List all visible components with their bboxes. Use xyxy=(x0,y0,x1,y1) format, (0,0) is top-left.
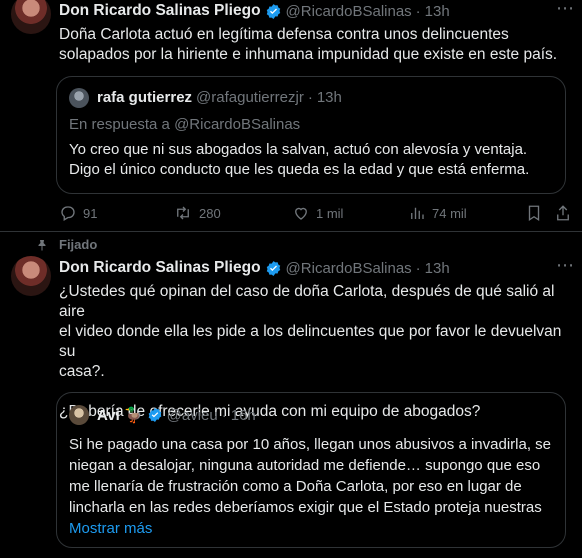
quoted-tweet-header: Avi 🦆 @avieu · 16h xyxy=(97,406,256,425)
timestamp[interactable]: 13h xyxy=(425,3,450,20)
tweet-header: Don Ricardo Salinas Pliego @RicardoBSali… xyxy=(59,2,450,20)
timestamp[interactable]: 13h xyxy=(425,260,450,277)
quoted-text-line: Yo creo que ni sus abogados la salvan, a… xyxy=(69,141,528,158)
author-name[interactable]: rafa gutierrez xyxy=(97,89,192,106)
reply-button[interactable]: 91 xyxy=(59,204,97,222)
author-handle[interactable]: @avieu xyxy=(167,407,218,424)
tweet-header: Don Ricardo Salinas Pliego @RicardoBSali… xyxy=(59,259,450,277)
avatar[interactable] xyxy=(11,256,51,296)
separator-dot: · xyxy=(415,259,421,277)
quoted-tweet[interactable]: Avi 🦆 @avieu · 16h Si he pagado una casa… xyxy=(56,392,566,548)
author-handle[interactable]: @RicardoBSalinas xyxy=(286,3,412,20)
quoted-tweet-text: Yo creo que ni sus abogados la salvan, a… xyxy=(69,140,529,180)
avatar[interactable] xyxy=(11,0,51,34)
divider xyxy=(0,231,582,232)
author-handle[interactable]: @RicardoBSalinas xyxy=(286,260,412,277)
quoted-text-line: Digo el único conducto que les queda es … xyxy=(69,161,530,178)
show-more-link[interactable]: Mostrar más xyxy=(69,518,551,539)
avatar[interactable] xyxy=(69,405,89,425)
tweet-text-line: ¿Ustedes qué opinan del caso de doña Car… xyxy=(59,283,555,320)
quoted-text-line: niegan a desalojar, ninguna autoridad me… xyxy=(69,457,541,474)
analytics-icon xyxy=(408,204,426,222)
quoted-text-line: lincharla en las redes deberíamos exigir… xyxy=(69,499,542,516)
like-button[interactable]: 1 mil xyxy=(292,204,343,222)
heart-icon xyxy=(292,204,310,222)
quoted-tweet-text: Si he pagado una casa por 10 años, llega… xyxy=(69,434,551,539)
reply-count: 91 xyxy=(83,205,98,221)
quoted-text-line: me llenaría de frustración como a Doña C… xyxy=(69,478,522,495)
tweet-text-line: solapados por la hiriente e inhumana imp… xyxy=(59,46,558,63)
repost-count: 280 xyxy=(199,205,221,221)
author-name[interactable]: Don Ricardo Salinas Pliego xyxy=(59,2,261,20)
timestamp[interactable]: 16h xyxy=(231,407,256,424)
quoted-tweet-header: rafa gutierrez @rafagutierrezjr · 13h xyxy=(97,89,342,106)
avatar[interactable] xyxy=(69,88,89,108)
tweet-text-line: el video donde ella les pide a los delin… xyxy=(59,323,562,360)
author-handle[interactable]: @rafagutierrezjr xyxy=(196,89,304,106)
verified-badge-icon xyxy=(265,260,282,277)
share-button[interactable] xyxy=(555,204,571,222)
verified-badge-icon xyxy=(265,3,282,20)
bookmark-button[interactable] xyxy=(526,204,542,222)
more-options-icon[interactable]: ⋯ xyxy=(556,0,575,19)
separator-dot: · xyxy=(307,89,313,106)
share-icon xyxy=(555,204,571,222)
views-button[interactable]: 74 mil xyxy=(408,204,467,222)
quoted-text-line: Si he pagado una casa por 10 años, llega… xyxy=(69,436,551,453)
pinned-label: Fijado xyxy=(59,237,98,252)
more-options-icon[interactable]: ⋯ xyxy=(556,255,575,276)
tweet-text-line: casa?. xyxy=(59,363,105,380)
separator-dot: · xyxy=(415,2,421,20)
like-count: 1 mil xyxy=(316,205,344,221)
view-count: 74 mil xyxy=(432,205,467,221)
reply-icon xyxy=(59,204,77,222)
verified-badge-icon xyxy=(147,407,163,423)
author-name[interactable]: Avi 🦆 xyxy=(97,406,143,424)
reply-context[interactable]: En respuesta a @RicardoBSalinas xyxy=(69,116,300,133)
repost-icon xyxy=(173,204,193,222)
timestamp[interactable]: 13h xyxy=(317,89,342,106)
quoted-tweet[interactable]: rafa gutierrez @rafagutierrezjr · 13h En… xyxy=(56,76,566,194)
bookmark-icon xyxy=(526,204,542,222)
repost-button[interactable]: 280 xyxy=(173,204,221,222)
tweet-text-line: Doña Carlota actuó en legítima defensa c… xyxy=(59,26,509,43)
tweet-text: Doña Carlota actuó en legítima defensa c… xyxy=(59,25,557,65)
separator-dot: · xyxy=(221,406,227,424)
pin-icon xyxy=(36,238,48,252)
author-name[interactable]: Don Ricardo Salinas Pliego xyxy=(59,259,261,277)
